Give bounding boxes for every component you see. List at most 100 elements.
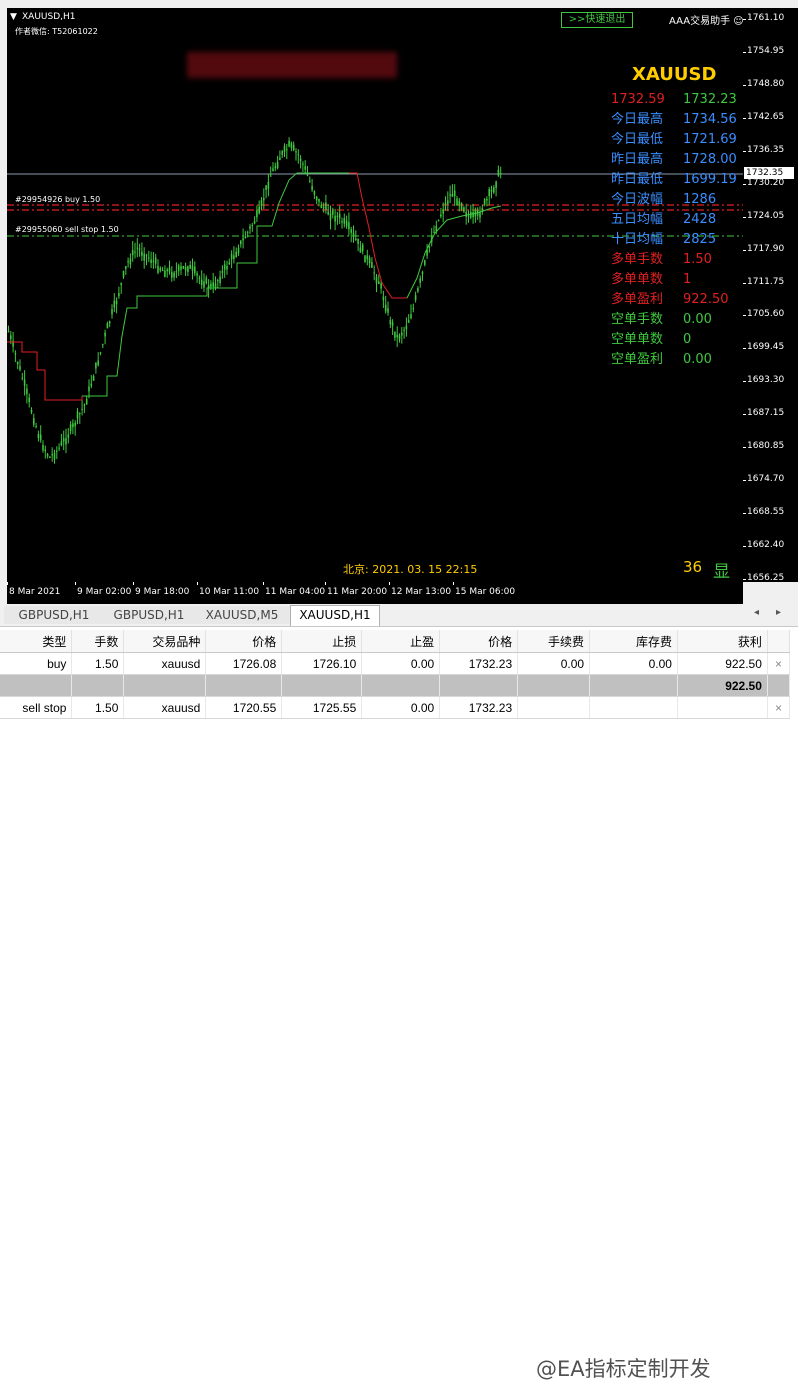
info-value: 1 (683, 272, 692, 287)
candle-body (460, 203, 463, 210)
price-tick-label: 1674.70 (747, 474, 785, 485)
table-row[interactable]: buy 1.50 xauusd 1726.08 1726.10 0.00 1732.23 0.… (0, 652, 791, 675)
close-order-icon[interactable]: × (767, 652, 791, 675)
time-tick-label: 8 Mar 2021 (9, 587, 61, 597)
column-header[interactable]: 手续费 (517, 630, 591, 653)
column-header[interactable]: 止损 (281, 630, 363, 653)
candle-body (127, 261, 129, 263)
candle-body (320, 204, 323, 208)
column-header[interactable] (767, 630, 791, 653)
candle-body (283, 145, 286, 152)
info-row: 多单单数 1 (611, 270, 741, 290)
info-row: 昨日最低 1699.19 (611, 170, 741, 190)
candle-body (265, 185, 267, 190)
column-header[interactable]: 止盈 (361, 630, 441, 653)
candle-body (214, 283, 217, 288)
table-cell: 0.00 (517, 652, 591, 675)
price-tick-mark (743, 51, 746, 53)
candle-body (417, 287, 419, 292)
info-value: 922.50 (683, 292, 729, 307)
info-value: 0.00 (683, 312, 712, 327)
chart-area[interactable]: ▼ XAUUSD,H1 作者微信: T52061022 >>快速退出 AAA交易… (7, 8, 743, 582)
price-tick-mark (743, 19, 746, 20)
price-tick-label: 1730.20 (747, 177, 785, 188)
column-header[interactable]: 获利 (677, 630, 768, 653)
candle-body (76, 411, 79, 419)
candle-body (246, 232, 249, 234)
candle-body (159, 267, 162, 271)
candle-body (263, 197, 265, 201)
candle-body (371, 262, 373, 268)
column-header[interactable]: 价格 (205, 630, 283, 653)
candle-body (205, 277, 208, 284)
chart-menu-icon[interactable]: ▼ (10, 12, 17, 22)
candle-body (10, 335, 12, 339)
candle-body (69, 424, 72, 431)
candle-body (493, 187, 495, 193)
tab-scroll-left-icon[interactable]: ◂ (754, 607, 759, 618)
tab-gbpusd-h1-b[interactable]: GBPUSD,H1 (104, 606, 195, 624)
candle-body (16, 362, 19, 365)
candle-body (401, 332, 403, 336)
close-order-icon[interactable]: × (767, 696, 791, 719)
candle-body (456, 198, 458, 206)
table-cell (517, 674, 591, 697)
table-cell: buy (0, 652, 73, 675)
table-cell: 1720.55 (205, 696, 283, 719)
price-tick-label: 1761.10 (747, 13, 785, 23)
candle-body (134, 251, 136, 253)
candle-body (141, 251, 143, 256)
column-header[interactable]: 库存费 (589, 630, 678, 653)
candle-body (200, 279, 203, 286)
column-header[interactable]: 交易品种 (123, 630, 207, 653)
table-cell (361, 674, 441, 697)
candle-body (458, 200, 461, 205)
show-toggle[interactable]: 显 (713, 557, 730, 582)
candle-body (440, 214, 442, 217)
candle-body (332, 210, 334, 215)
candle-body (345, 220, 348, 227)
price-tick-label: 1699.45 (747, 342, 785, 353)
price-tick-mark (743, 84, 746, 86)
info-key: 多单盈利 (611, 292, 664, 307)
candle-body (67, 434, 70, 438)
column-header[interactable]: 手数 (71, 630, 125, 653)
candle-body (497, 169, 500, 176)
candle-body (479, 211, 481, 218)
candle-body (355, 238, 357, 241)
summary-row[interactable]: 922.50 (0, 674, 791, 697)
tab-gbpusd-h1-a[interactable]: GBPUSD,H1 (4, 606, 105, 624)
info-row: 空单手数 0.00 (611, 310, 741, 330)
candle-body (334, 215, 336, 222)
candle-body (191, 265, 194, 271)
column-header[interactable]: 类型 (0, 630, 73, 653)
table-row[interactable]: sell stop 1.50 xauusd 1720.55 1725.55 0.00 173… (0, 696, 791, 719)
tab-xauusd-h1[interactable]: XAUUSD,H1 (290, 605, 380, 626)
candle-body (189, 264, 191, 269)
price-axis: 1732.35 1761.10 1754.95 1748.80 1742.65 1736… (743, 8, 798, 583)
candle-body (290, 142, 293, 148)
tab-scroll-right-icon[interactable]: ▸ (776, 607, 781, 618)
time-tick-mark (197, 582, 198, 585)
candle-body (313, 191, 316, 195)
candle-body (338, 213, 341, 219)
table-cell: 1732.23 (439, 652, 519, 675)
candle-body (304, 166, 306, 170)
candle-body (83, 404, 86, 406)
candle-body (260, 200, 263, 206)
tab-xauusd-m5[interactable]: XAUUSD,M5 (194, 606, 291, 624)
candle-body (387, 308, 389, 313)
candle-body (242, 238, 244, 241)
column-header[interactable]: 价格 (439, 630, 519, 653)
info-key: 昨日最低 (611, 172, 664, 187)
candle-body (437, 220, 440, 222)
candle-body (272, 168, 274, 171)
candle-body (235, 251, 237, 257)
quick-exit-button[interactable]: >>快速退出 (561, 12, 633, 28)
candle-body (292, 144, 295, 151)
candle-body (286, 149, 288, 151)
candle-body (486, 198, 488, 201)
candle-body (223, 264, 226, 270)
candle-body (175, 271, 178, 273)
candle-body (444, 202, 447, 205)
